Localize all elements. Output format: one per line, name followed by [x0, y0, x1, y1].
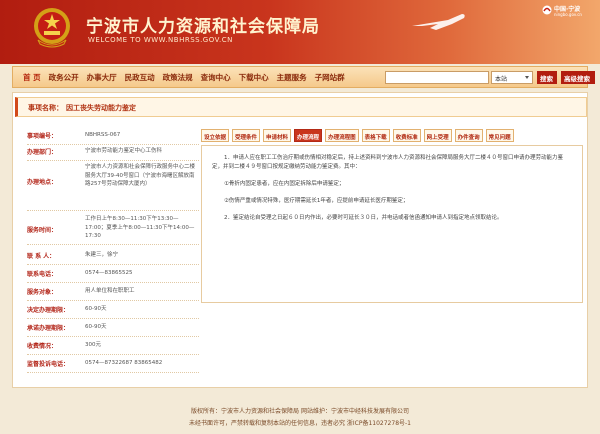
main-nav: 首 页 政务公开 办事大厅 民政互动 政策法规 查询中心 下载中心 主题服务 子…	[12, 66, 595, 88]
ningbo-logo-icon	[542, 5, 552, 15]
info-value: 用人单位和在职职工	[85, 288, 135, 294]
nav-item-interaction[interactable]: 民政互动	[121, 72, 159, 83]
info-value: 60-90天	[85, 306, 107, 312]
process-content: 1．申请人应在职工工伤治疗期或伤情相对稳定后，持上述资料到宁波市人力资源和社会保…	[201, 145, 583, 303]
tab-fee-standard[interactable]: 收费标准	[392, 129, 421, 142]
tab-online-apply[interactable]: 网上受理	[423, 129, 452, 142]
search-input[interactable]	[385, 71, 489, 84]
page: 宁波市人力资源和社会保障局 WELCOME TO WWW.NBHRSS.GOV.…	[0, 0, 600, 434]
search-scope-select[interactable]: 本站	[491, 71, 533, 84]
site-title: 宁波市人力资源和社会保障局	[86, 17, 320, 37]
info-value: 朱建三，徐宁	[85, 252, 119, 258]
nav-item-theme-services[interactable]: 主题服务	[273, 72, 311, 83]
info-key: 收费情况：	[27, 343, 58, 350]
info-row: 联 系 人： 朱建三，徐宁	[27, 251, 199, 265]
info-value: 0574—83865525	[85, 270, 133, 276]
advanced-search-button[interactable]: 高级搜索	[561, 71, 595, 84]
info-value: 0574—87322687 83865482	[85, 360, 163, 366]
info-key: 事项编号：	[27, 133, 58, 140]
tab-process[interactable]: 办理流程	[294, 129, 323, 142]
nav-item-download-center[interactable]: 下载中心	[235, 72, 273, 83]
info-value: 300元	[85, 342, 101, 348]
info-row: 联系电话： 0574—83865525	[27, 269, 199, 283]
info-row: 服务时间： 工作日上午8:30—11:30下午13:30—17:00；夏季上午8…	[27, 215, 199, 245]
national-emblem-icon	[34, 8, 70, 48]
search-button[interactable]: 搜索	[537, 71, 557, 84]
content-paragraph: ①骨折内固定患者，应在内固定拆除后申请鉴定；	[224, 181, 345, 187]
info-key: 服务时间：	[27, 227, 58, 234]
info-key: 联系电话：	[27, 271, 58, 278]
item-title-value: 因工丧失劳动能力鉴定	[66, 104, 136, 112]
content-paragraph: ②伤情严重或情况特殊，医疗期需延长1年者，应提前申请延长医疗期鉴定；	[224, 198, 409, 204]
nav-item-query-center[interactable]: 查询中心	[197, 72, 235, 83]
nav-item-service-hall[interactable]: 办事大厅	[83, 72, 121, 83]
info-row: 监督投诉电话： 0574—87322687 83865482	[27, 359, 199, 373]
city-logo[interactable]: 中国·宁波 ningbo.gov.cn	[540, 4, 594, 22]
info-key: 服务对象：	[27, 289, 58, 296]
nav-item-subsites[interactable]: 子网站群	[311, 72, 349, 83]
info-key: 办理地点：	[27, 179, 58, 186]
tab-faq[interactable]: 常见问题	[485, 129, 514, 142]
info-key: 联 系 人：	[27, 253, 56, 260]
footer-copyright: 版权所有：宁波市人力资源和社会保障局 网站维护：宁波市中经科技发展有限公司	[191, 408, 409, 415]
info-value: 60-90天	[85, 324, 107, 330]
nav-item-public-affairs[interactable]: 政务公开	[45, 72, 83, 83]
info-value: 宁波市人力资源和社会保障行政服务中心二楼服务大厅39-40号窗口（宁波市海曙区解…	[85, 164, 196, 187]
info-row: 收费情况： 300元	[27, 341, 199, 355]
info-value: 工作日上午8:30—11:30下午13:30—17:00；夏季上午8:00—11…	[85, 216, 195, 239]
info-row: 办理地点： 宁波市人力资源和社会保障行政服务中心二楼服务大厅39-40号窗口（宁…	[27, 163, 199, 211]
info-key: 决定办理期限：	[27, 307, 70, 314]
tab-materials[interactable]: 申请材料	[263, 129, 292, 142]
nav-item-home[interactable]: 首 页	[19, 72, 45, 83]
item-title-label: 事项名称：	[28, 104, 63, 112]
tab-conditions[interactable]: 受理条件	[232, 129, 261, 142]
main-panel: 事项名称： 因工丧失劳动能力鉴定 事项编号： NBHRSS-067 办理部门： …	[12, 92, 588, 388]
site-url: WELCOME TO WWW.NBHRSS.GOV.CN	[88, 36, 233, 44]
info-key: 办理部门：	[27, 149, 58, 156]
info-key: 承诺办理期限：	[27, 325, 70, 332]
info-row: 事项编号： NBHRSS-067	[27, 131, 199, 145]
detail-tabs: 设立依据 受理条件 申请材料 办理流程 办理流程图 表格下载 收费标准 网上受理…	[201, 129, 587, 143]
info-row: 决定办理期限： 60-90天	[27, 305, 199, 319]
tab-form-download[interactable]: 表格下载	[361, 129, 390, 142]
city-logo-sub: ningbo.gov.cn	[554, 12, 582, 17]
site-footer: 版权所有：宁波市人力资源和社会保障局 网站维护：宁波市中经科技发展有限公司 未经…	[12, 398, 588, 430]
site-header: 宁波市人力资源和社会保障局 WELCOME TO WWW.NBHRSS.GOV.…	[0, 0, 600, 64]
info-row: 承诺办理期限： 60-90天	[27, 323, 199, 337]
content-paragraph: 2．鉴定结论自受理之日起６０日内作出，必要时可延长３０日，并电话或者信函通知申请…	[224, 215, 503, 221]
info-row: 服务对象： 用人单位和在职职工	[27, 287, 199, 301]
footer-notice: 未经书面许可，严禁转载和复制本站的任何信息，违者必究 浙ICP备11027278…	[188, 420, 411, 427]
info-row: 办理部门： 宁波市劳动能力鉴定中心工伤科	[27, 147, 199, 161]
tab-legal-basis[interactable]: 设立依据	[201, 129, 230, 142]
info-key: 监督投诉电话：	[27, 361, 70, 368]
tab-process-chart[interactable]: 办理流程图	[325, 129, 359, 142]
item-title-bar: 事项名称： 因工丧失劳动能力鉴定	[15, 97, 587, 117]
info-value: 宁波市劳动能力鉴定中心工伤科	[85, 148, 163, 154]
nav-item-policies[interactable]: 政策法规	[159, 72, 197, 83]
airplane-icon	[412, 14, 465, 30]
info-value: NBHRSS-067	[85, 132, 121, 138]
content-paragraph: 1．申请人应在职工工伤治疗期或伤情相对稳定后，持上述资料到宁波市人力资源和社会保…	[212, 155, 564, 170]
tab-case-query[interactable]: 办件查询	[454, 129, 483, 142]
